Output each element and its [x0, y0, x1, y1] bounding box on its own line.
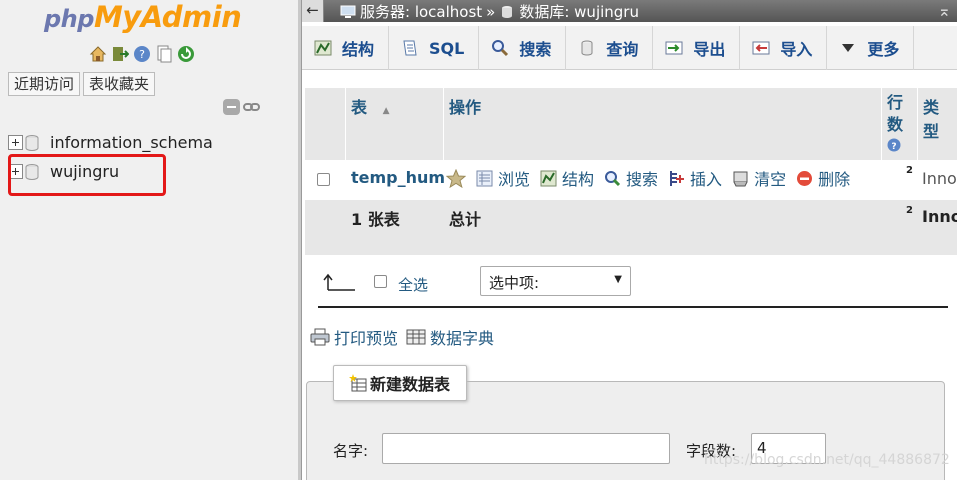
table-count: 1 张表 [351, 210, 400, 229]
tab-query[interactable]: 查询 [566, 26, 654, 70]
tree-controls [223, 99, 260, 115]
server-icon [340, 5, 356, 18]
expand-icon[interactable] [8, 135, 23, 150]
table-row: temp_hum 浏览 结构 搜索 插入 清空 删除 2 Inno [305, 160, 957, 200]
extra-links: 打印预览 数据字典 [310, 325, 494, 349]
favorite-star-icon[interactable] [446, 166, 466, 190]
header-table[interactable]: 表 ▲ [345, 88, 443, 160]
more-icon [839, 39, 857, 57]
insert-action[interactable]: 插入 [668, 166, 722, 190]
header-type[interactable]: 类型 [917, 88, 957, 160]
table-footer: 1 张表 总计 2 Inno [305, 200, 957, 255]
breadcrumb: 服务器: localhost » 数据库: wujingru [340, 1, 639, 22]
search-action[interactable]: 搜索 [604, 166, 658, 190]
browse-action[interactable]: 浏览 [476, 166, 530, 190]
printer-icon [310, 328, 330, 346]
tables-list: 表 ▲ 操作 行数 ? 类型 temp_hum 浏览 结构 搜索 插入 清空 删… [305, 88, 957, 255]
empty-action[interactable]: 清空 [732, 166, 786, 190]
search-icon [604, 170, 621, 187]
watermark: https://blog.csdn.net/qq_44886872 [704, 452, 950, 468]
help-icon[interactable]: ? [887, 138, 901, 152]
data-dictionary-link[interactable]: 数据字典 [406, 325, 494, 349]
search-icon [491, 39, 509, 57]
check-all-bar: 全选 选中项: ▼ [318, 266, 948, 308]
select-all-checkbox[interactable] [374, 275, 387, 288]
row-actions: 浏览 结构 搜索 插入 清空 删除 [446, 166, 850, 190]
back-button[interactable]: ← [302, 0, 324, 22]
tab-export[interactable]: 导出 [653, 26, 741, 70]
menu-tabs: 结构 SQL 搜索 查询 导出 导入 更多 [302, 26, 957, 70]
empty-icon [732, 170, 749, 187]
logout-icon[interactable] [110, 44, 129, 63]
dropdown-arrow-icon: ▼ [614, 274, 622, 285]
svg-text:?: ? [891, 142, 896, 152]
export-icon [665, 39, 683, 57]
breadcrumb-bar: ← 服务器: localhost » 数据库: wujingru ⌅ [302, 0, 957, 22]
breadcrumb-database[interactable]: 数据库: wujingru [519, 1, 639, 22]
collapse-all-icon[interactable] [223, 99, 240, 115]
breadcrumb-separator: » [486, 2, 496, 21]
structure-icon [540, 170, 557, 187]
panel-divider[interactable] [298, 0, 302, 480]
svg-text:?: ? [139, 48, 145, 61]
recent-tab[interactable]: 近期访问 [8, 72, 81, 96]
table-name[interactable]: temp_hum [351, 168, 445, 187]
navigation-panel: phpMyAdmin ? 近期访问 表收藏夹 information_schem… [0, 0, 298, 480]
home-icon[interactable] [88, 44, 107, 63]
annotation-highlight-box [8, 154, 166, 196]
table-header: 表 ▲ 操作 行数 ? 类型 [305, 88, 957, 160]
delete-icon [796, 170, 813, 187]
row-engine: Inno [922, 169, 957, 188]
arrow-up-icon [323, 273, 355, 291]
select-all-label[interactable]: 全选 [398, 274, 428, 295]
tab-more[interactable]: 更多 [827, 26, 915, 70]
new-table-legend: 新建数据表 [333, 365, 467, 401]
link-icon[interactable] [243, 101, 260, 113]
row-count: 2 [906, 165, 913, 176]
phpmyadmin-logo[interactable]: phpMyAdmin [44, 0, 242, 34]
collapse-icon[interactable]: ⌅ [938, 1, 951, 20]
database-icon [25, 134, 39, 151]
total-rows: 2 [906, 205, 913, 216]
sum-label: 总计 [449, 210, 482, 229]
print-preview-link[interactable]: 打印预览 [310, 325, 398, 349]
sql-icon [401, 39, 419, 57]
structure-action[interactable]: 结构 [540, 166, 594, 190]
insert-icon [668, 170, 685, 187]
breadcrumb-server[interactable]: 服务器: localhost [360, 1, 482, 22]
tab-sql[interactable]: SQL [389, 26, 480, 70]
nav-tabs: 近期访问 表收藏夹 [8, 72, 156, 96]
drop-action[interactable]: 删除 [796, 166, 850, 190]
with-selected-dropdown[interactable]: 选中项: ▼ [480, 266, 631, 296]
docs-icon[interactable] [154, 44, 173, 63]
database-name[interactable]: information_schema [50, 133, 213, 152]
table-name-label: 名字: [333, 442, 369, 460]
header-actions: 操作 [449, 98, 482, 117]
browse-icon [476, 170, 493, 187]
structure-icon [314, 39, 332, 57]
help-icon[interactable]: ? [132, 44, 151, 63]
query-icon [578, 39, 596, 57]
favorites-tab[interactable]: 表收藏夹 [83, 72, 156, 96]
sort-ascending-icon[interactable]: ▲ [383, 106, 390, 116]
dictionary-icon [406, 329, 426, 345]
phpmyadmin-window: phpMyAdmin ? 近期访问 表收藏夹 information_schem… [0, 0, 957, 480]
database-icon [502, 5, 513, 18]
import-icon [752, 39, 770, 57]
tab-import[interactable]: 导入 [740, 26, 828, 70]
header-rows[interactable]: 行数 ? [881, 88, 913, 160]
footer-engine: Inno [922, 207, 957, 226]
table-name-input[interactable] [382, 433, 670, 464]
quick-icons: ? [88, 44, 195, 63]
row-checkbox[interactable] [317, 173, 330, 186]
tree-item-information-schema[interactable]: information_schema [8, 128, 213, 157]
tab-structure[interactable]: 结构 [302, 26, 390, 70]
reload-icon[interactable] [176, 44, 195, 63]
new-table-icon [349, 374, 367, 392]
tab-search[interactable]: 搜索 [479, 26, 567, 70]
